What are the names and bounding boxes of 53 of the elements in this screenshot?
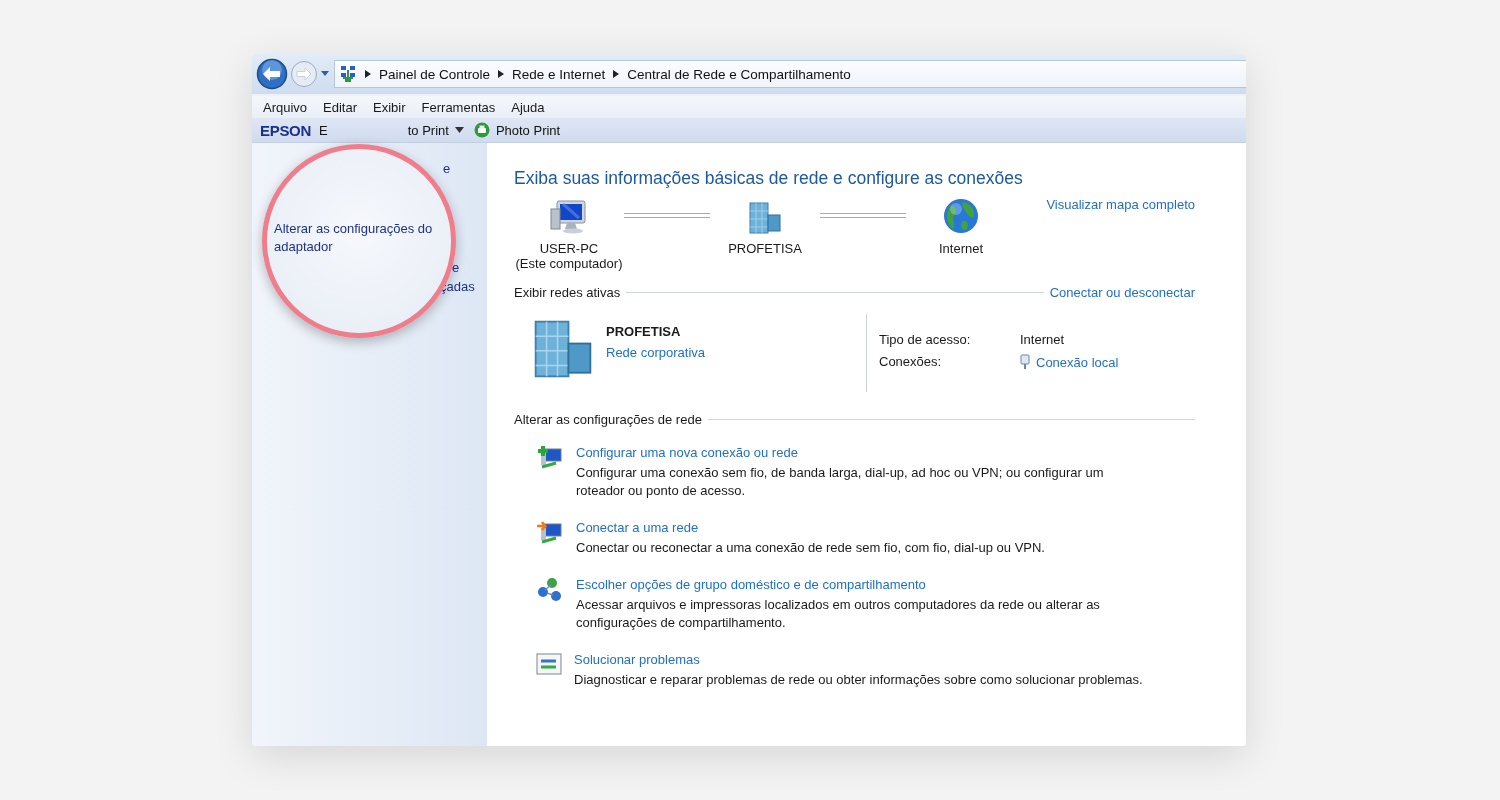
- troubleshoot-icon: [536, 652, 562, 676]
- menu-item[interactable]: Ajuda: [503, 99, 553, 115]
- toolbar-button[interactable]: E: [317, 122, 330, 138]
- breadcrumb-arrow-icon: [365, 70, 371, 78]
- section-title: Alterar as configurações de rede: [514, 412, 702, 427]
- node-label: Internet: [938, 241, 984, 256]
- breadcrumb-item[interactable]: Painel de Controle: [379, 66, 491, 82]
- node-label: PROFETISA: [728, 241, 802, 256]
- back-button[interactable]: [256, 58, 288, 90]
- property-value: Internet: [1020, 332, 1066, 347]
- breadcrumb-item[interactable]: Central de Rede e Compartilhamento: [627, 66, 851, 82]
- task-description: Conectar ou reconectar a uma conexão de rede sem fio, com fio, dial-up ou VPN.: [576, 539, 1046, 557]
- property-label: Tipo de acesso:: [879, 332, 972, 347]
- sidebar-link[interactable]: e: [443, 161, 451, 176]
- menu-item[interactable]: Exibir: [365, 99, 414, 115]
- menu-item[interactable]: Ferramentas: [413, 99, 504, 115]
- local-connection-link[interactable]: Conexão local: [1036, 354, 1119, 370]
- menu-item[interactable]: Arquivo: [255, 99, 316, 115]
- toolbar-menu-button[interactable]: to Print: [405, 122, 466, 138]
- new-connection-icon: [536, 445, 564, 471]
- task-link[interactable]: Conectar a uma rede: [576, 520, 699, 535]
- network-cable-icon: [1020, 354, 1030, 370]
- brand-logo: EPSON: [260, 121, 311, 139]
- computer-icon: [549, 199, 589, 235]
- task-link[interactable]: Configurar uma nova conexão ou rede: [576, 445, 798, 460]
- sidebar-link[interactable]: e: [452, 260, 460, 275]
- adapter-settings-link[interactable]: Alterar as configurações do adaptador: [267, 220, 451, 256]
- network-type-link[interactable]: Rede corporativa: [606, 345, 705, 360]
- task-description: Configurar uma conexão sem fio, de banda larga, dial-up, ad hoc ou VPN; ou configurar um roteador ou ponto de acesso.: [576, 464, 1105, 500]
- connect-disconnect-link[interactable]: Conectar ou desconectar: [1049, 285, 1195, 300]
- section-title: Exibir redes ativas: [514, 285, 621, 300]
- network-connect-icon: [536, 520, 564, 546]
- task-link[interactable]: Escolher opções de grupo doméstico e de compartilhamento: [576, 577, 926, 592]
- breadcrumb-item[interactable]: Rede e Internet: [512, 66, 606, 82]
- history-dropdown-button[interactable]: [320, 70, 330, 78]
- full-map-link[interactable]: Visualizar mapa completo: [1046, 197, 1195, 212]
- breadcrumb-arrow-icon: [613, 70, 620, 78]
- breadcrumb-arrow-icon: [498, 70, 505, 78]
- toolbar-button[interactable]: Photo Print: [471, 122, 563, 138]
- homegroup-icon: [536, 577, 564, 603]
- task-link[interactable]: Solucionar problemas: [574, 652, 700, 667]
- network-name: PROFETISA: [606, 324, 682, 339]
- menu-item[interactable]: Editar: [315, 99, 366, 115]
- task-description: Diagnosticar e reparar problemas de rede ou obter informações sobre como solucionar problemas.: [574, 671, 1144, 689]
- page-heading: Exiba suas informações básicas de rede e configure as conexões: [514, 168, 1024, 189]
- caret-icon: [454, 127, 464, 133]
- printer-icon: [473, 122, 490, 138]
- network-icon: [339, 65, 357, 83]
- globe-icon: [942, 197, 980, 235]
- property-label: Conexões:: [879, 354, 943, 370]
- node-label: USER-PC (Este computador): [515, 241, 623, 271]
- office-building-icon: [747, 201, 783, 235]
- task-description: Acessar arquivos e impressoras localizados em outros computadores da rede ou alterar as configurações de compartilhamento.: [576, 596, 1101, 632]
